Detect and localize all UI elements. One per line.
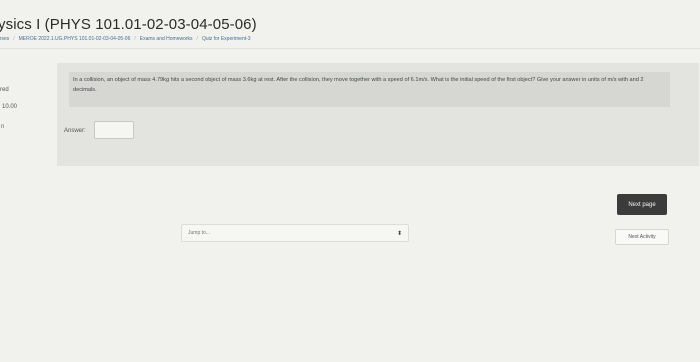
answer-label: Answer: (64, 128, 86, 134)
breadcrumb-separator: / (196, 36, 198, 42)
answer-input[interactable] (94, 121, 134, 139)
next-activity-button[interactable]: Next Activity (615, 229, 669, 245)
select-caret-icon: ⬍ (396, 230, 402, 237)
breadcrumb: urses/MEROE 2022.1.UG.PHYS 101.01-02-03-… (0, 36, 251, 42)
header-divider (0, 48, 700, 49)
question-text: In a collision, an object of mass 4.79kg… (69, 72, 670, 107)
breadcrumb-separator: / (13, 36, 15, 42)
breadcrumb-quiz[interactable]: Quiz for Experiment-3 (202, 36, 251, 42)
breadcrumb-separator: / (134, 36, 136, 42)
next-page-button[interactable]: Next page (617, 194, 667, 215)
breadcrumb-courses[interactable]: urses (0, 36, 9, 42)
jump-to-label: Jump to... (188, 230, 210, 236)
question-status: red (0, 87, 9, 93)
breadcrumb-section[interactable]: Exams and Homeworks (140, 36, 193, 42)
breadcrumb-course[interactable]: MEROE 2022.1.UG.PHYS 101.01-02-03-04-05-… (19, 36, 131, 42)
jump-to-select[interactable]: Jump to... ⬍ (181, 224, 409, 242)
flag-question-link[interactable]: n (1, 124, 4, 130)
question-mark: 10.00 (2, 104, 18, 110)
page-title: ysics I (PHYS 101.01-02-03-04-05-06) (0, 16, 257, 33)
